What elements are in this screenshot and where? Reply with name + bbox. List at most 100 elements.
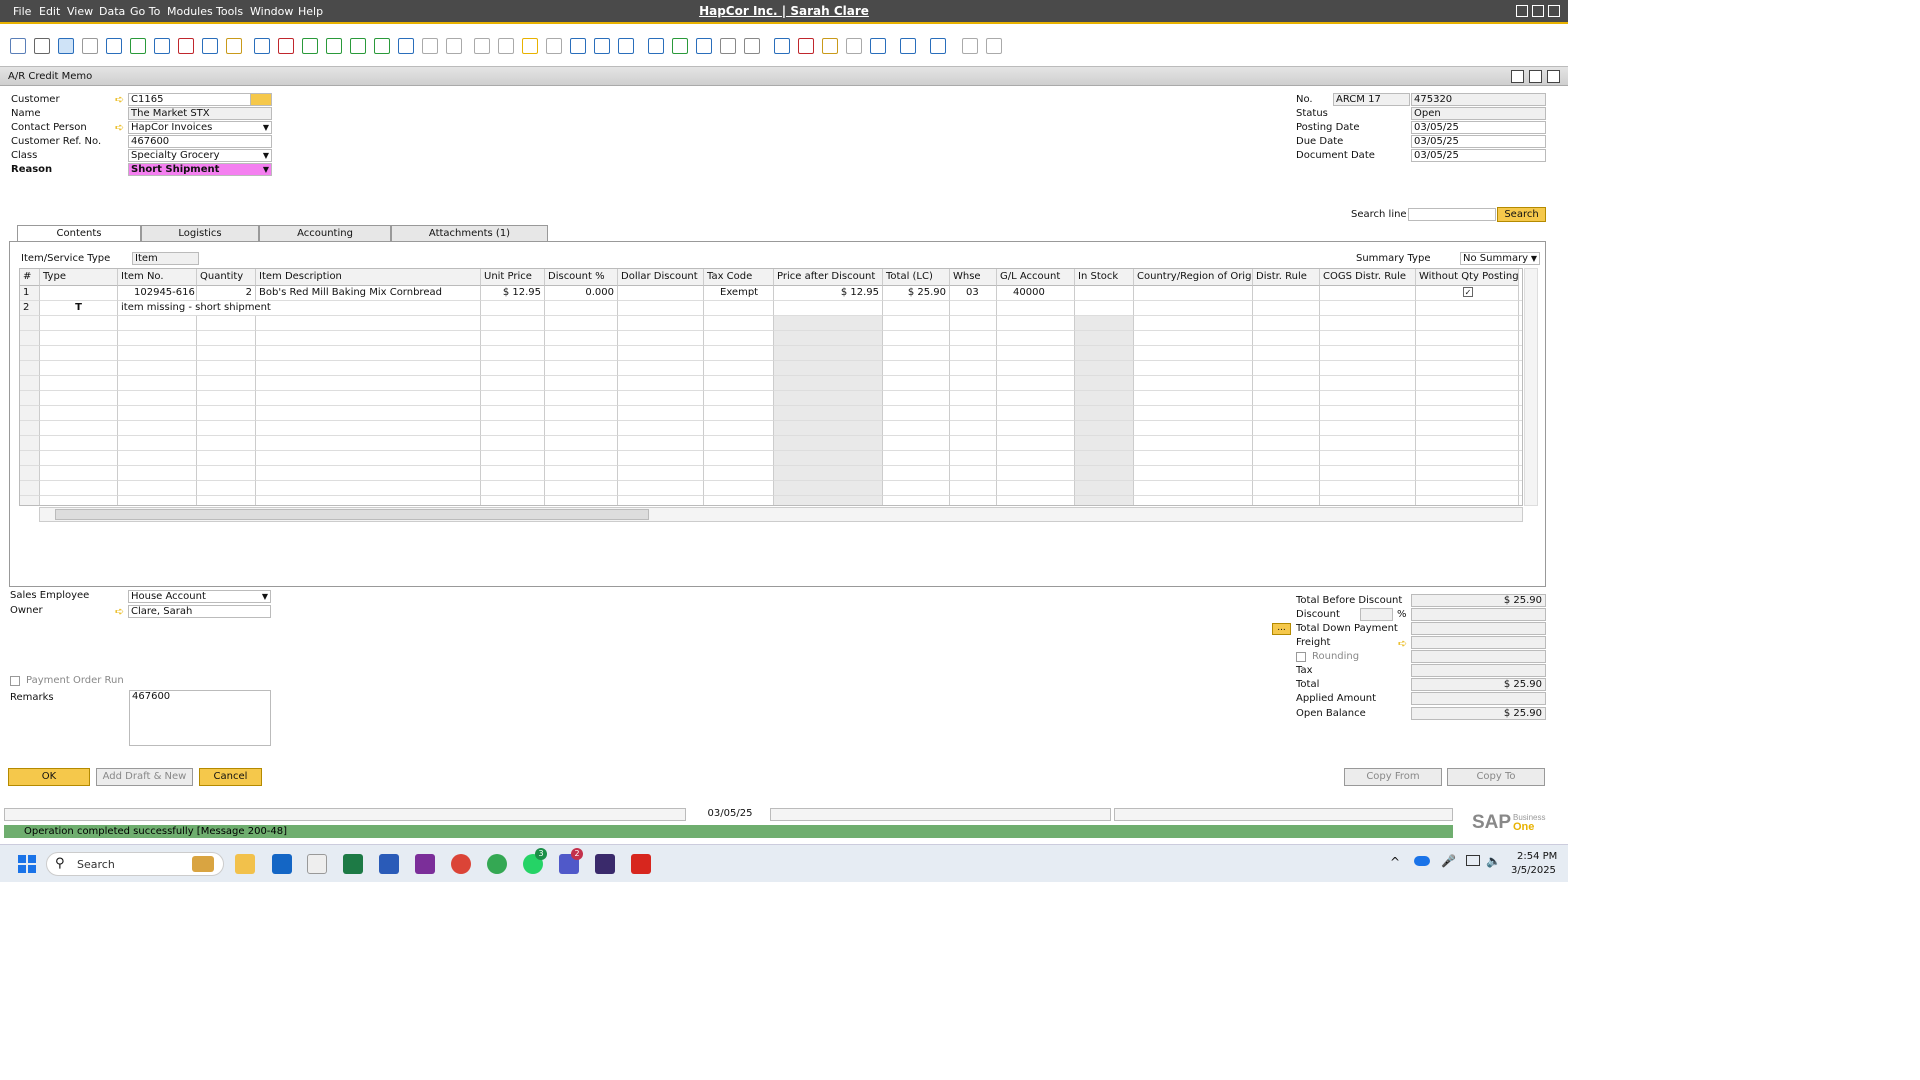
grid-cell[interactable] — [481, 421, 545, 436]
grid-cell[interactable] — [1320, 376, 1416, 391]
grid-cell[interactable] — [950, 406, 997, 421]
grid-cell[interactable] — [40, 451, 118, 466]
choose-from-list-icon[interactable] — [250, 93, 272, 106]
onenote-icon[interactable] — [415, 854, 435, 874]
link-arrow-icon[interactable]: ➪ — [115, 122, 125, 133]
grid-cell[interactable] — [774, 436, 883, 451]
grid-cell[interactable]: $ 12.95 — [481, 286, 545, 301]
grid-vertical-scrollbar[interactable] — [1524, 268, 1538, 506]
toolbar-icon-5[interactable] — [106, 38, 122, 54]
toolbar-icon-8[interactable] — [178, 38, 194, 54]
grid-cell[interactable] — [256, 361, 481, 376]
grid-cell[interactable] — [883, 346, 950, 361]
toolbar-icon-12[interactable] — [278, 38, 294, 54]
grid-cell[interactable] — [481, 436, 545, 451]
grid-cell[interactable] — [950, 496, 997, 505]
add-draft-new-button[interactable]: Add Draft & New — [96, 768, 193, 786]
scrollbar-thumb[interactable] — [55, 509, 649, 520]
grid-cell[interactable] — [883, 406, 950, 421]
grid-cell[interactable] — [1134, 436, 1253, 451]
grid-cell[interactable] — [256, 331, 481, 346]
grid-cell[interactable] — [1134, 376, 1253, 391]
toolbar-icon-18[interactable] — [422, 38, 438, 54]
grid-cell[interactable] — [1519, 361, 1522, 376]
tab-logistics[interactable]: Logistics — [141, 225, 259, 242]
grid-cell[interactable] — [950, 346, 997, 361]
grid-cell[interactable] — [40, 391, 118, 406]
grid-cell[interactable] — [774, 331, 883, 346]
grid-cell[interactable] — [883, 376, 950, 391]
grid-cell[interactable] — [618, 346, 704, 361]
grid-cell[interactable] — [118, 361, 197, 376]
chrome-icon[interactable] — [451, 854, 471, 874]
grid-cell[interactable] — [545, 451, 618, 466]
grid-cell[interactable] — [1519, 436, 1522, 451]
grid-cell[interactable] — [1075, 346, 1134, 361]
grid-cell[interactable] — [1416, 496, 1519, 505]
grid-cell[interactable] — [1253, 406, 1320, 421]
col-header[interactable]: Discount % — [545, 269, 618, 286]
word-icon[interactable] — [379, 854, 399, 874]
toolbar-icon-19[interactable] — [446, 38, 462, 54]
grid-cell[interactable] — [704, 391, 774, 406]
toolbar-icon-17[interactable] — [398, 38, 414, 54]
doc-number-field[interactable]: 475320 — [1411, 93, 1546, 106]
grid-cell[interactable] — [1075, 391, 1134, 406]
grid-cell[interactable] — [950, 466, 997, 481]
grid-cell[interactable] — [618, 496, 704, 505]
grid-cell[interactable] — [1416, 346, 1519, 361]
speaker-icon[interactable]: 🔈 — [1486, 854, 1501, 868]
grid-cell[interactable] — [197, 421, 256, 436]
chrome-profile-icon[interactable] — [487, 854, 507, 874]
grid-cell[interactable] — [481, 466, 545, 481]
grid-cell[interactable] — [118, 406, 197, 421]
grid-cell[interactable]: $ 12.95 — [774, 286, 883, 301]
close-button[interactable] — [1548, 5, 1560, 17]
grid-cell[interactable] — [1320, 466, 1416, 481]
grid-cell[interactable] — [1320, 331, 1416, 346]
grid-cell[interactable] — [883, 316, 950, 331]
grid-cell[interactable] — [1416, 316, 1519, 331]
col-header[interactable]: # — [20, 269, 40, 286]
grid-cell[interactable] — [1075, 406, 1134, 421]
grid-cell[interactable] — [118, 436, 197, 451]
grid-cell[interactable] — [1253, 481, 1320, 496]
grid-cell[interactable] — [481, 481, 545, 496]
grid-cell[interactable] — [1134, 286, 1253, 301]
open-balance-field[interactable]: $ 25.90 — [1411, 707, 1546, 720]
tab-accounting[interactable]: Accounting — [259, 225, 391, 242]
grid-cell[interactable] — [883, 391, 950, 406]
contact-dropdown[interactable]: HapCor Invoices ▼ — [128, 121, 272, 134]
grid-cell[interactable] — [1519, 421, 1522, 436]
grid-cell[interactable] — [197, 496, 256, 505]
doc-close-button[interactable] — [1547, 70, 1560, 83]
toolbar-icon-3[interactable] — [58, 38, 74, 54]
grid-cell[interactable] — [1075, 331, 1134, 346]
grid-cell[interactable] — [1320, 286, 1416, 301]
status-field[interactable]: Open — [1411, 107, 1546, 120]
grid-cell[interactable]: 102945-616 — [118, 286, 197, 301]
grid-cell[interactable] — [1134, 496, 1253, 505]
grid-cell[interactable] — [997, 391, 1075, 406]
grid-cell[interactable] — [1519, 331, 1522, 346]
grid-cell[interactable] — [1320, 481, 1416, 496]
outlook-icon[interactable] — [272, 854, 292, 874]
grid-cell[interactable] — [481, 451, 545, 466]
grid-cell[interactable] — [618, 421, 704, 436]
grid-cell[interactable] — [774, 481, 883, 496]
grid-cell[interactable] — [118, 331, 197, 346]
grid-cell[interactable] — [774, 421, 883, 436]
grid-cell[interactable]: T — [40, 301, 118, 316]
grid-cell[interactable] — [950, 316, 997, 331]
grid-cell[interactable] — [1519, 286, 1522, 301]
grid-cell[interactable] — [197, 406, 256, 421]
payment-order-run-checkbox[interactable] — [10, 676, 20, 686]
col-header[interactable]: In Stock — [1075, 269, 1134, 286]
reason-dropdown[interactable]: Short Shipment ▼ — [128, 163, 272, 176]
grid-cell[interactable] — [704, 376, 774, 391]
grid-cell[interactable] — [1075, 376, 1134, 391]
grid-cell[interactable] — [545, 421, 618, 436]
summary-type-dropdown[interactable]: No Summary ▼ — [1460, 252, 1540, 265]
grid-cell[interactable] — [545, 301, 618, 316]
col-header[interactable]: G/L Account — [997, 269, 1075, 286]
